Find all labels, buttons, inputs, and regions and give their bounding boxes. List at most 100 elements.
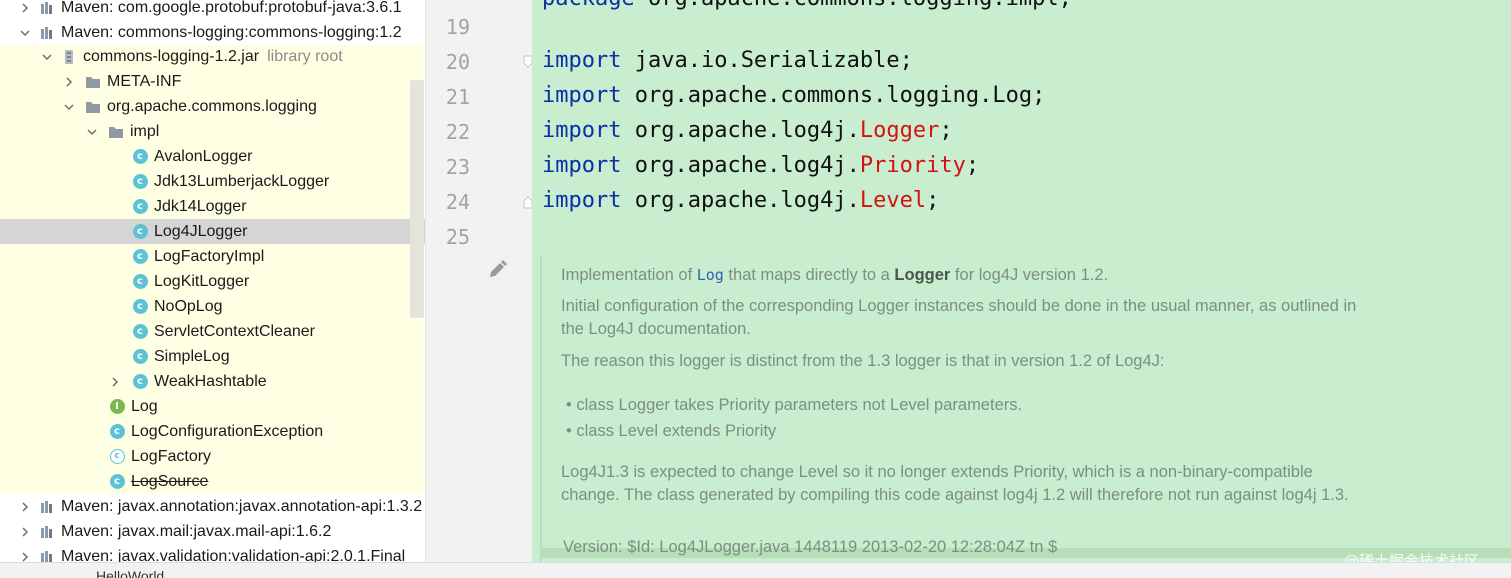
- library-icon: [38, 24, 56, 42]
- tree-item-class[interactable]: c AvalonLogger: [0, 144, 425, 169]
- tree-item-package-impl[interactable]: impl: [0, 119, 425, 144]
- watermark: @稀土掘金技术社区: [1344, 552, 1480, 562]
- line-number: 25: [445, 225, 470, 249]
- tree-item-class-selected[interactable]: c Log4JLogger: [0, 219, 425, 244]
- folder-icon: [84, 73, 102, 91]
- doc-paragraph: Log4J1.3 is expected to change Level so …: [561, 463, 1349, 504]
- tree-item-class[interactable]: c LogConfigurationException: [0, 419, 425, 444]
- jar-icon: [60, 48, 78, 66]
- import-path: org.apache.log4j.: [621, 118, 860, 143]
- line-number: 23: [445, 155, 470, 179]
- tree-item-abstract-class[interactable]: c LogFactory: [0, 444, 425, 469]
- tree-item-label: org.apache.commons.logging: [107, 97, 317, 115]
- doc-bullet-text: class Logger takes Priority parameters n…: [576, 396, 1023, 414]
- class-icon: c: [131, 148, 149, 166]
- semicolon: ;: [939, 118, 953, 143]
- class-icon: c: [131, 273, 149, 291]
- code-editor[interactable]: package org.apache.commons.logging.impl;…: [532, 0, 1511, 562]
- tree-item-jar[interactable]: commons-logging-1.2.jar library root: [0, 44, 425, 69]
- tree-item-interface[interactable]: I Log: [0, 394, 425, 419]
- tree-item-label: Jdk14Logger: [154, 197, 247, 215]
- keyword: import: [542, 118, 622, 143]
- tree-item-class[interactable]: c Jdk14Logger: [0, 194, 425, 219]
- tree-item-label: LogSource: [131, 472, 209, 490]
- doc-text: Implementation of: [561, 266, 697, 284]
- line-number: 22: [445, 120, 470, 144]
- code-line[interactable]: import org.apache.log4j.Priority;: [542, 153, 979, 178]
- tree-item-class[interactable]: c ServletContextCleaner: [0, 319, 425, 344]
- interface-icon: I: [108, 398, 126, 416]
- chevron-right-icon[interactable]: [18, 500, 32, 514]
- rendered-javadoc[interactable]: Implementation of Log that maps directly…: [540, 256, 1511, 562]
- tree-item-class-expandable[interactable]: c WeakHashtable: [0, 369, 425, 394]
- tree-item-javax-annotation[interactable]: Maven: javax.annotation:javax.annotation…: [0, 494, 425, 519]
- chevron-down-icon[interactable]: [40, 50, 54, 64]
- doc-bullet-text: class Level extends Priority: [576, 422, 777, 440]
- tree-item-class[interactable]: c Jdk13LumberjackLogger: [0, 169, 425, 194]
- chevron-right-icon[interactable]: [108, 375, 122, 389]
- code-line[interactable]: import java.io.Serializable;: [542, 48, 913, 73]
- tree-item-label: commons-logging-1.2.jar: [83, 47, 260, 65]
- package-icon: [84, 98, 102, 116]
- chevron-right-icon[interactable]: [18, 525, 32, 539]
- tree-item-label: ServletContextCleaner: [154, 322, 315, 340]
- import-path: org.apache.log4j.: [621, 188, 860, 213]
- tree-item-label: Log: [131, 397, 158, 415]
- doc-bullet: • class Level extends Priority: [566, 422, 777, 440]
- keyword: import: [542, 48, 622, 73]
- tree-item-class[interactable]: c LogKitLogger: [0, 269, 425, 294]
- class-icon: c: [131, 173, 149, 191]
- import-path: org.apache.commons.logging.Log;: [621, 83, 1046, 108]
- tree-item-javax-validation[interactable]: Maven: javax.validation:validation-api:2…: [0, 544, 425, 564]
- code-line[interactable]: import org.apache.log4j.Logger;: [542, 118, 953, 143]
- bottom-tab-label[interactable]: HelloWorld: [96, 568, 164, 578]
- tree-item-meta-inf[interactable]: META-INF: [0, 69, 425, 94]
- chevron-down-icon[interactable]: [85, 125, 99, 139]
- keyword: import: [542, 153, 622, 178]
- edit-doc-icon[interactable]: [486, 259, 508, 281]
- tree-item-label: NoOpLog: [154, 297, 223, 315]
- tree-item-label: Jdk13LumberjackLogger: [154, 172, 330, 190]
- class-icon: c: [131, 323, 149, 341]
- project-tree[interactable]: Maven: com.google.protobuf:protobuf-java…: [0, 0, 425, 564]
- tree-item-deprecated-class[interactable]: c LogSource: [0, 469, 425, 494]
- code-line[interactable]: import org.apache.commons.logging.Log;: [542, 83, 1045, 108]
- import-path: org.apache.log4j.: [621, 153, 860, 178]
- doc-paragraph: Initial configuration of the correspondi…: [561, 297, 1357, 338]
- keyword: import: [542, 83, 622, 108]
- doc-link-log[interactable]: Log: [697, 266, 724, 284]
- tree-item-package-logging[interactable]: org.apache.commons.logging: [0, 94, 425, 119]
- code-line[interactable]: import org.apache.log4j.Level;: [542, 188, 939, 213]
- line-number: 21: [445, 85, 470, 109]
- class-icon: c: [131, 348, 149, 366]
- class-icon: c: [131, 248, 149, 266]
- tree-item-commons-logging[interactable]: Maven: commons-logging:commons-logging:1…: [0, 20, 425, 45]
- library-root-hint: library root: [267, 47, 343, 65]
- tree-item-label: LogKitLogger: [154, 272, 250, 290]
- line-number: 19: [445, 15, 470, 39]
- tree-item-class[interactable]: c NoOpLog: [0, 294, 425, 319]
- chevron-right-icon[interactable]: [62, 75, 76, 89]
- chevron-right-icon[interactable]: [18, 1, 32, 15]
- tree-item-label: LogFactory: [131, 447, 212, 465]
- doc-bullet: • class Logger takes Priority parameters…: [566, 396, 1023, 414]
- tree-item-class[interactable]: c SimpleLog: [0, 344, 425, 369]
- class-icon: c: [131, 373, 149, 391]
- doc-version: Version: $Id: Log4JLogger.java 1448119 2…: [563, 538, 1058, 556]
- class-icon: c: [131, 223, 149, 241]
- abstract-class-icon: c: [108, 448, 126, 466]
- chevron-down-icon[interactable]: [62, 100, 76, 114]
- class-icon: c: [131, 198, 149, 216]
- semicolon: ;: [926, 188, 940, 213]
- tree-item-class[interactable]: c LogFactoryImpl: [0, 244, 425, 269]
- tree-item-label: Maven: commons-logging:commons-logging:1…: [61, 23, 402, 41]
- chevron-down-icon[interactable]: [18, 26, 32, 40]
- tree-item-protobuf[interactable]: Maven: com.google.protobuf:protobuf-java…: [0, 0, 425, 20]
- class-icon: c: [131, 298, 149, 316]
- library-icon: [38, 498, 56, 516]
- tree-scrollbar[interactable]: [410, 80, 424, 318]
- tree-item-label: LogConfigurationException: [131, 422, 324, 440]
- tree-item-label: impl: [130, 122, 160, 140]
- tree-item-javax-mail[interactable]: Maven: javax.mail:javax.mail-api:1.6.2: [0, 519, 425, 544]
- unresolved-reference: Logger: [859, 118, 940, 143]
